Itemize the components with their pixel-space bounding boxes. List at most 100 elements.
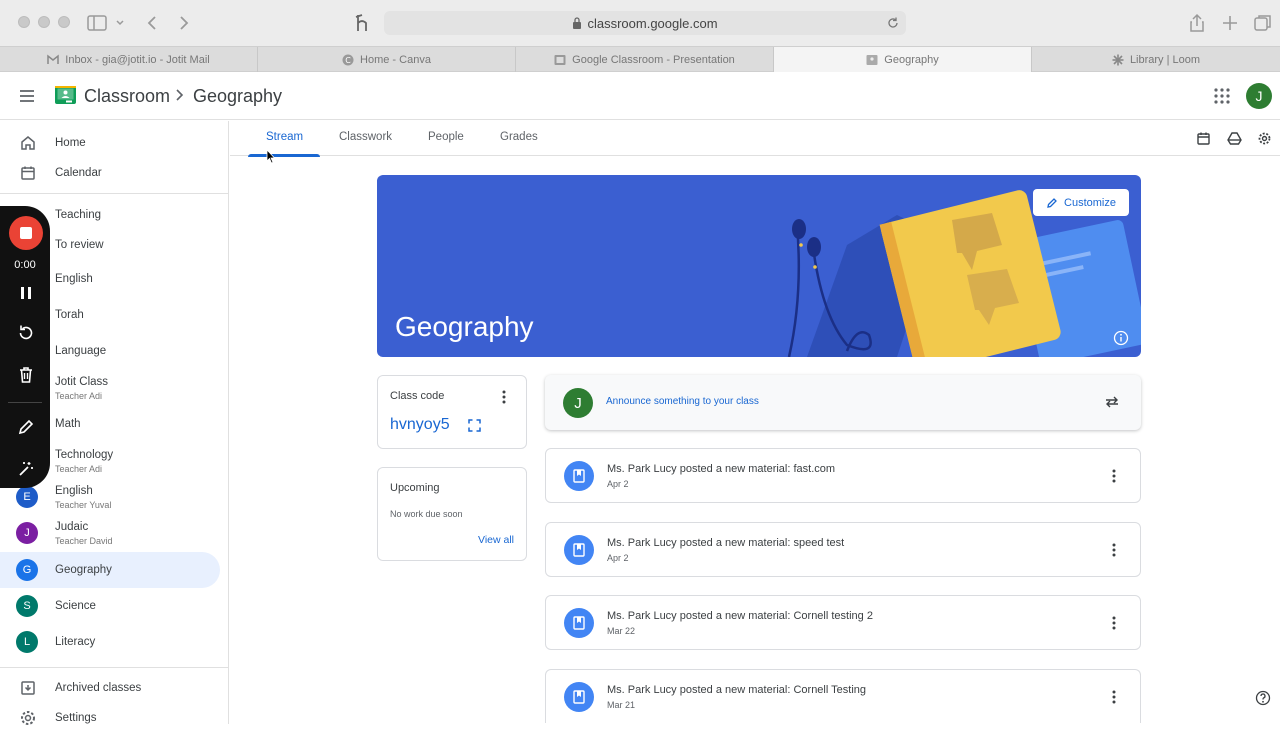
tab-grades[interactable]: Grades — [500, 131, 538, 143]
sidebar-class-language[interactable]: Language — [55, 345, 106, 357]
browser-titlebar: classroom.google.com — [0, 0, 1280, 46]
sidebar-item-label: Home — [55, 137, 86, 149]
url-text: classroom.google.com — [587, 15, 718, 31]
sidebar-class-science[interactable]: Science — [55, 600, 96, 612]
stop-recording-button[interactable] — [9, 216, 43, 250]
stream-post[interactable]: Ms. Park Lucy posted a new material: fas… — [545, 448, 1141, 503]
sidebar-item-label: Archived classes — [55, 682, 142, 694]
tab-stream[interactable]: Stream — [266, 131, 303, 143]
browser-tab-loom[interactable]: Library | Loom — [1032, 47, 1280, 72]
sidebar-class-geography[interactable]: Geography — [55, 564, 112, 576]
fullscreen-icon[interactable] — [468, 419, 481, 432]
announce-input[interactable]: Announce something to your class — [606, 396, 759, 407]
app-header: Classroom Geography — [0, 72, 1280, 120]
sidebar-section-teaching[interactable]: Teaching — [55, 209, 101, 221]
more-vert-icon[interactable] — [1112, 616, 1116, 630]
sidebar-class-judaic[interactable]: Judaic — [55, 521, 88, 533]
announce-box[interactable]: J Announce something to your class — [545, 375, 1141, 430]
lock-icon — [572, 17, 582, 29]
post-date: Apr 2 — [607, 479, 629, 489]
sidebar-item-to-review[interactable]: To review — [55, 239, 104, 251]
forward-icon[interactable] — [172, 12, 194, 34]
material-icon — [564, 608, 594, 638]
sidebar-toggle-icon[interactable] — [86, 12, 108, 34]
customize-button[interactable]: Customize — [1033, 189, 1129, 216]
class-banner: Geography Customize — [377, 175, 1141, 357]
zoom-window-button[interactable] — [58, 16, 70, 28]
mouse-cursor-icon — [266, 149, 276, 164]
tab-people[interactable]: People — [428, 131, 464, 143]
post-title[interactable]: Ms. Park Lucy posted a new material: spe… — [607, 537, 844, 549]
upcoming-card: Upcoming No work due soon View all — [377, 467, 527, 561]
browser-tab-label: Google Classroom - Presentation — [572, 53, 735, 66]
breadcrumb-class[interactable]: Geography — [193, 86, 282, 107]
stream-post[interactable]: Ms. Park Lucy posted a new material: Cor… — [545, 595, 1141, 650]
archive-icon — [19, 679, 37, 697]
sidebar-class-math[interactable]: Math — [55, 418, 81, 430]
more-vert-icon[interactable] — [502, 390, 506, 404]
google-apps-icon[interactable] — [1213, 87, 1231, 105]
app-title[interactable]: Classroom — [84, 86, 170, 107]
main-menu-icon[interactable] — [16, 86, 38, 106]
browser-tab-mail[interactable]: Inbox - gia@jotit.io - Jotit Mail — [0, 47, 258, 72]
sidebar-class-torah[interactable]: Torah — [55, 309, 84, 321]
pen-icon[interactable] — [16, 417, 36, 437]
class-code-title: Class code — [390, 390, 445, 402]
post-title[interactable]: Ms. Park Lucy posted a new material: Cor… — [607, 684, 866, 696]
course-tabs: Stream Classwork People Grades — [230, 121, 1280, 157]
classroom-icon — [554, 54, 566, 66]
browser-tab-label: Geography — [884, 53, 939, 66]
extension-h-icon[interactable] — [352, 12, 374, 34]
account-avatar[interactable]: J — [1246, 83, 1272, 109]
screen-recorder-toolbar: 0:00 — [0, 206, 50, 488]
info-icon[interactable] — [1113, 330, 1129, 346]
more-vert-icon[interactable] — [1112, 543, 1116, 557]
restart-icon[interactable] — [16, 323, 36, 343]
upcoming-empty-text: No work due soon — [390, 509, 463, 519]
class-avatar: S — [16, 595, 38, 617]
reload-icon[interactable] — [886, 16, 900, 30]
magic-wand-icon[interactable] — [16, 459, 36, 479]
gear-icon[interactable] — [1257, 131, 1272, 146]
trash-icon[interactable] — [16, 365, 36, 385]
calendar-icon[interactable] — [1196, 131, 1211, 146]
stream-post[interactable]: Ms. Park Lucy posted a new material: Cor… — [545, 669, 1141, 723]
tab-overview-icon[interactable] — [1252, 12, 1274, 34]
post-title[interactable]: Ms. Park Lucy posted a new material: Cor… — [607, 610, 873, 622]
classroom-logo-icon[interactable] — [55, 86, 76, 104]
stream-post[interactable]: Ms. Park Lucy posted a new material: spe… — [545, 522, 1141, 577]
tab-classwork[interactable]: Classwork — [339, 131, 392, 143]
material-icon — [564, 682, 594, 712]
drive-folder-icon[interactable] — [1227, 131, 1242, 146]
home-icon — [19, 134, 37, 152]
browser-tab-presentation[interactable]: Google Classroom - Presentation — [516, 47, 774, 72]
sidebar-item-settings[interactable]: Settings — [0, 701, 229, 737]
sidebar-class-technology[interactable]: Technology — [55, 449, 113, 461]
share-icon[interactable] — [1186, 12, 1208, 34]
sidebar-class-english-yuval[interactable]: English — [55, 485, 93, 497]
browser-tab-geography[interactable]: Geography — [774, 47, 1032, 72]
recorder-divider — [8, 402, 42, 403]
browser-tab-label: Library | Loom — [1129, 53, 1201, 66]
mail-icon — [47, 53, 60, 66]
back-icon[interactable] — [142, 12, 164, 34]
post-title[interactable]: Ms. Park Lucy posted a new material: fas… — [607, 463, 835, 475]
canva-icon: C — [342, 54, 354, 66]
help-icon[interactable] — [1255, 690, 1271, 706]
sidebar-class-jotit[interactable]: Jotit Class — [55, 376, 108, 388]
more-vert-icon[interactable] — [1112, 690, 1116, 704]
more-vert-icon[interactable] — [1112, 469, 1116, 483]
sidebar-class-english[interactable]: English — [55, 273, 93, 285]
chevron-down-icon[interactable] — [114, 12, 126, 34]
address-bar[interactable]: classroom.google.com — [384, 11, 906, 35]
pause-icon[interactable] — [16, 283, 36, 303]
sidebar-divider — [0, 193, 229, 194]
repost-icon[interactable] — [1104, 394, 1120, 410]
browser-tab-canva[interactable]: C Home - Canva — [258, 47, 516, 72]
sidebar-class-literacy[interactable]: Literacy — [55, 636, 95, 648]
close-window-button[interactable] — [18, 16, 30, 28]
minimize-window-button[interactable] — [38, 16, 50, 28]
view-all-link[interactable]: View all — [478, 534, 514, 546]
sidebar-item-calendar[interactable]: Calendar — [0, 153, 229, 189]
new-tab-icon[interactable] — [1219, 12, 1241, 34]
